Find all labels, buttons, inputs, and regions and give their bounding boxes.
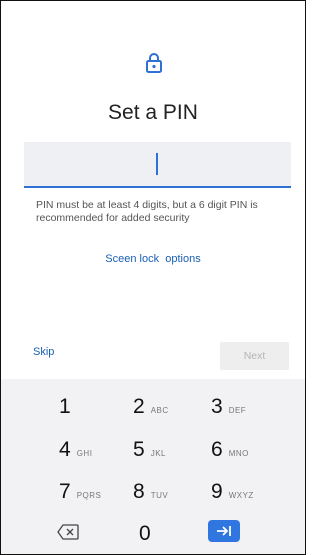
lock-icon xyxy=(146,53,162,73)
skip-button[interactable]: Skip xyxy=(33,346,54,358)
page-title: Set a PIN xyxy=(108,101,198,124)
key-6[interactable]: 6 MNO xyxy=(211,438,249,462)
key-digit: 2 xyxy=(133,395,145,418)
go-key[interactable] xyxy=(208,520,240,542)
key-7[interactable]: 7 PQRS xyxy=(59,480,101,504)
key-digit: 3 xyxy=(211,395,223,418)
key-letters: ABC xyxy=(150,406,169,415)
key-digit: 8 xyxy=(133,480,145,503)
key-digit: 5 xyxy=(133,438,145,461)
pin-setup-screen: Set a PIN PIN must be at least 4 digits,… xyxy=(0,0,306,555)
key-letters: JKL xyxy=(150,449,166,458)
key-5[interactable]: 5 JKL xyxy=(133,438,166,462)
key-digit: 7 xyxy=(59,480,71,503)
key-digit: 1 xyxy=(59,395,71,418)
key-letters: WXYZ xyxy=(228,491,254,500)
next-button[interactable]: Next xyxy=(220,342,289,370)
pin-hint-text: PIN must be at least 4 digits, but a 6 d… xyxy=(36,199,258,224)
key-8[interactable]: 8 TUV xyxy=(133,480,168,504)
key-3[interactable]: 3 DEF xyxy=(211,395,246,419)
key-digit: 6 xyxy=(211,438,223,461)
key-letters: MNO xyxy=(228,449,249,458)
key-0[interactable]: 0 xyxy=(139,522,151,546)
key-letters: DEF xyxy=(228,406,247,415)
key-digit: 9 xyxy=(211,480,223,503)
key-9[interactable]: 9 WXYZ xyxy=(211,480,254,504)
numeric-keypad: 1 2 ABC 3 DEF 4 GHI 5 JKL 6 MNO 7 PQRS 8… xyxy=(1,379,305,554)
pin-input[interactable] xyxy=(24,142,291,188)
screen-lock-options-link[interactable]: Sceen lock options xyxy=(1,253,305,265)
tab-arrow-icon xyxy=(217,526,231,536)
key-letters: GHI xyxy=(76,449,93,458)
key-4[interactable]: 4 GHI xyxy=(59,438,92,462)
key-digit: 0 xyxy=(139,522,151,545)
key-letters: PQRS xyxy=(76,491,102,500)
text-cursor xyxy=(156,153,158,175)
key-2[interactable]: 2 ABC xyxy=(133,395,169,419)
key-1[interactable]: 1 xyxy=(59,395,71,419)
key-letters: TUV xyxy=(150,491,169,500)
backspace-icon[interactable] xyxy=(57,524,79,540)
key-digit: 4 xyxy=(59,438,71,461)
